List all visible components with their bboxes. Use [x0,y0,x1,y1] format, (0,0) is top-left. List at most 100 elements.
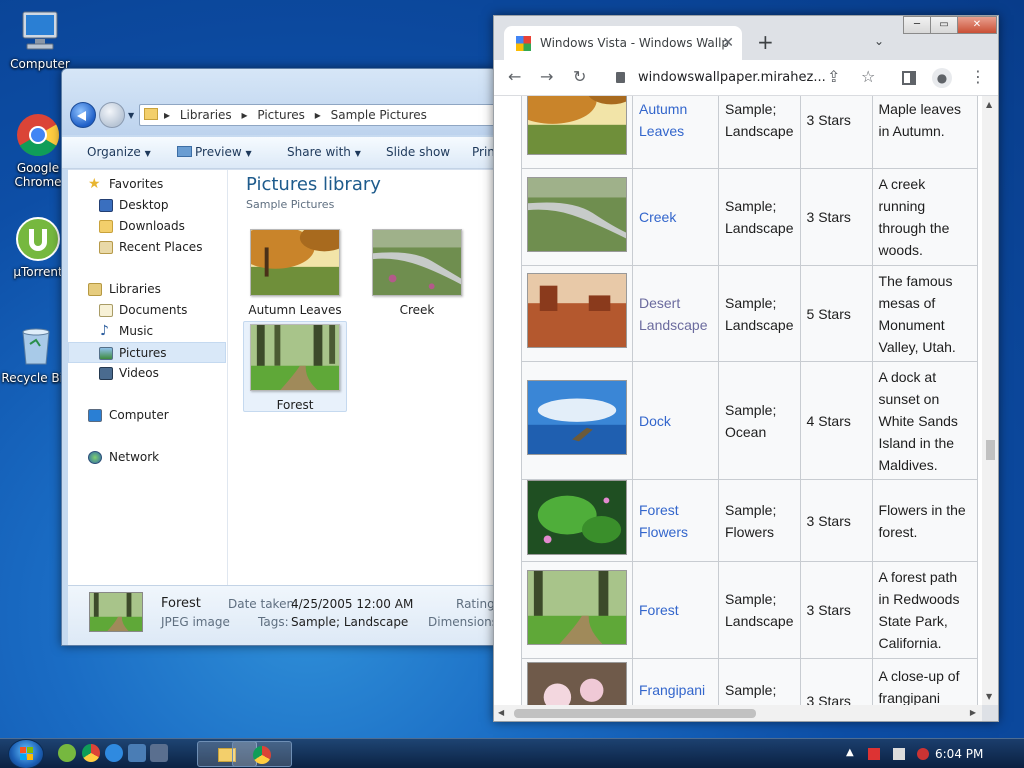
recent-pages-dropdown-icon[interactable]: ▼ [128,111,134,120]
wallpaper-description: A close-up of frangipani flowers. [871,658,978,705]
wallpaper-description: The famous mesas of Monument Valley, Uta… [871,265,978,362]
autumn-leaves-thumbnail[interactable] [508,96,634,155]
nav-downloads[interactable]: Downloads [68,216,226,237]
wallpaper-link[interactable]: Forest [632,561,719,659]
file-list: Pictures library Sample Pictures Autumn … [229,170,496,585]
tab-search-chevron-icon[interactable]: ⌄ [874,34,884,48]
breadcrumb-pictures[interactable]: Pictures [257,108,305,122]
details-date-label: Date taken: [228,597,299,611]
preview-icon [177,146,192,157]
downloads-folder-icon [99,220,113,233]
wallpaper-link[interactable]: Frangipani Flowers [632,658,719,705]
wallpaper-tags: Sample; Flowers [718,658,801,705]
scroll-down-icon[interactable]: ▼ [986,692,992,701]
wallpaper-rating: 3 Stars [799,658,873,705]
reload-icon[interactable]: ↻ [573,67,586,86]
chrome-quicklaunch-icon[interactable] [82,744,100,762]
breadcrumb-separator: ▸ [314,108,321,122]
nav-label: Recent Places [119,240,203,254]
organize-button[interactable]: Organize ▼ [87,145,151,159]
taskbar-clock[interactable]: 6:04 PM [935,747,983,761]
nav-pictures[interactable]: Pictures [68,342,226,363]
wallpaper-link[interactable]: Forest Flowers [632,479,719,562]
breadcrumb-sample-pictures[interactable]: Sample Pictures [331,108,427,122]
nav-favorites[interactable]: ★ Favorites [68,174,226,195]
restore-button[interactable]: ▭ [930,16,958,34]
nav-network[interactable]: Network [68,447,226,468]
vertical-scrollbar[interactable]: ▲ ▼ [982,96,998,705]
scroll-right-icon[interactable]: ▶ [970,708,976,717]
share-icon[interactable]: ⇪ [827,67,840,86]
details-tags-value[interactable]: Sample; Landscape [291,615,408,629]
details-pane: Forest JPEG image Date taken: 4/25/2005 … [68,585,496,645]
forest-flowers-thumbnail[interactable] [527,480,627,555]
preview-button[interactable]: Preview ▼ [177,145,252,159]
show-hidden-icons-icon[interactable]: ▲ [846,747,854,758]
horizontal-scrollbar[interactable]: ◀ ▶ [494,705,982,721]
desert-landscape-thumbnail[interactable] [527,273,627,348]
volume-muted-icon[interactable] [917,748,929,760]
nav-recent-places[interactable]: Recent Places [68,237,226,258]
nav-desktop[interactable]: Desktop [68,195,226,216]
nav-documents[interactable]: Documents [68,300,226,321]
internet-explorer-icon[interactable] [105,744,123,762]
slide-show-button[interactable]: Slide show [386,145,450,159]
wallpaper-link[interactable]: Creek [632,168,719,266]
bookmark-star-icon[interactable]: ☆ [861,67,875,86]
url-bar[interactable]: windowswallpaper.mirahez... [604,66,884,90]
scroll-up-icon[interactable]: ▲ [986,100,992,109]
profile-avatar-icon[interactable]: ● [932,68,952,88]
wallpaper-rating: 5 Stars [799,265,873,362]
browser-window[interactable]: ─ ▭ ✕ Windows Vista - Windows Wallp ✕ + … [493,15,999,722]
wallpaper-link[interactable]: Desert Landscape [632,265,719,362]
utorrent-quicklaunch-icon[interactable] [58,744,76,762]
wallpaper-description: Maple leaves in Autumn. [871,96,978,169]
details-date-value[interactable]: 4/25/2005 12:00 AM [291,597,413,611]
back-button[interactable] [70,102,96,128]
new-tab-button[interactable]: + [757,30,774,54]
minimize-button[interactable]: ─ [903,16,931,34]
forest-thumbnail[interactable] [527,569,627,645]
file-thumbnail-autumn-leaves[interactable]: Autumn Leaves [236,223,349,317]
file-thumbnail-creek[interactable]: Creek [365,223,469,317]
horizontal-scroll-thumb[interactable] [514,709,756,718]
action-center-icon[interactable] [868,748,880,760]
start-button[interactable] [8,739,44,768]
address-bar[interactable]: ▸ Libraries ▸ Pictures ▸ Sample Pictures [139,104,496,126]
breadcrumb-libraries[interactable]: Libraries [180,108,232,122]
side-panel-icon[interactable] [902,71,916,85]
taskbar-chrome-button[interactable] [232,741,292,767]
wallpaper-link[interactable]: Dock [632,361,719,480]
explorer-body: ★ Favorites Desktop Downloads Recent Pla… [68,169,496,585]
nav-music[interactable]: ♪ Music [68,321,226,342]
frangipani-flowers-thumbnail[interactable] [527,662,627,705]
vertical-scroll-thumb[interactable] [986,440,995,460]
nav-computer[interactable]: Computer [68,405,226,426]
creek-thumbnail[interactable] [527,176,627,252]
menu-kebab-icon[interactable]: ⋮ [970,67,986,86]
back-arrow-icon[interactable]: ← [508,67,521,86]
share-with-button[interactable]: Share with ▼ [287,145,361,159]
tab-windows-vista[interactable]: Windows Vista - Windows Wallp ✕ [504,26,742,60]
switch-windows-icon[interactable] [150,744,168,762]
nav-libraries[interactable]: Libraries [68,279,226,300]
desktop-icon [99,199,113,212]
tab-close-icon[interactable]: ✕ [722,26,734,60]
file-thumbnail-forest[interactable]: Forest [243,321,347,412]
navigation-pane: ★ Favorites Desktop Downloads Recent Pla… [68,170,228,585]
forward-button[interactable] [99,102,125,128]
dock-thumbnail[interactable] [527,380,627,455]
nav-videos[interactable]: Videos [68,363,226,384]
explorer-window[interactable]: ▼ ▸ Libraries ▸ Pictures ▸ Sample Pictur… [61,68,497,646]
close-button[interactable]: ✕ [957,16,997,34]
wallpaper-link[interactable]: Autumn Leaves [632,96,719,169]
forward-arrow-icon[interactable]: → [540,67,553,86]
scroll-left-icon[interactable]: ◀ [498,708,504,717]
desktop-icon-computer[interactable]: Computer [0,8,80,71]
show-desktop-icon[interactable] [128,744,146,762]
print-button[interactable]: Prin [472,145,495,159]
lock-icon [616,72,625,83]
nav-label: Downloads [119,219,185,233]
pictures-icon [99,347,113,360]
network-status-icon[interactable] [893,748,905,760]
